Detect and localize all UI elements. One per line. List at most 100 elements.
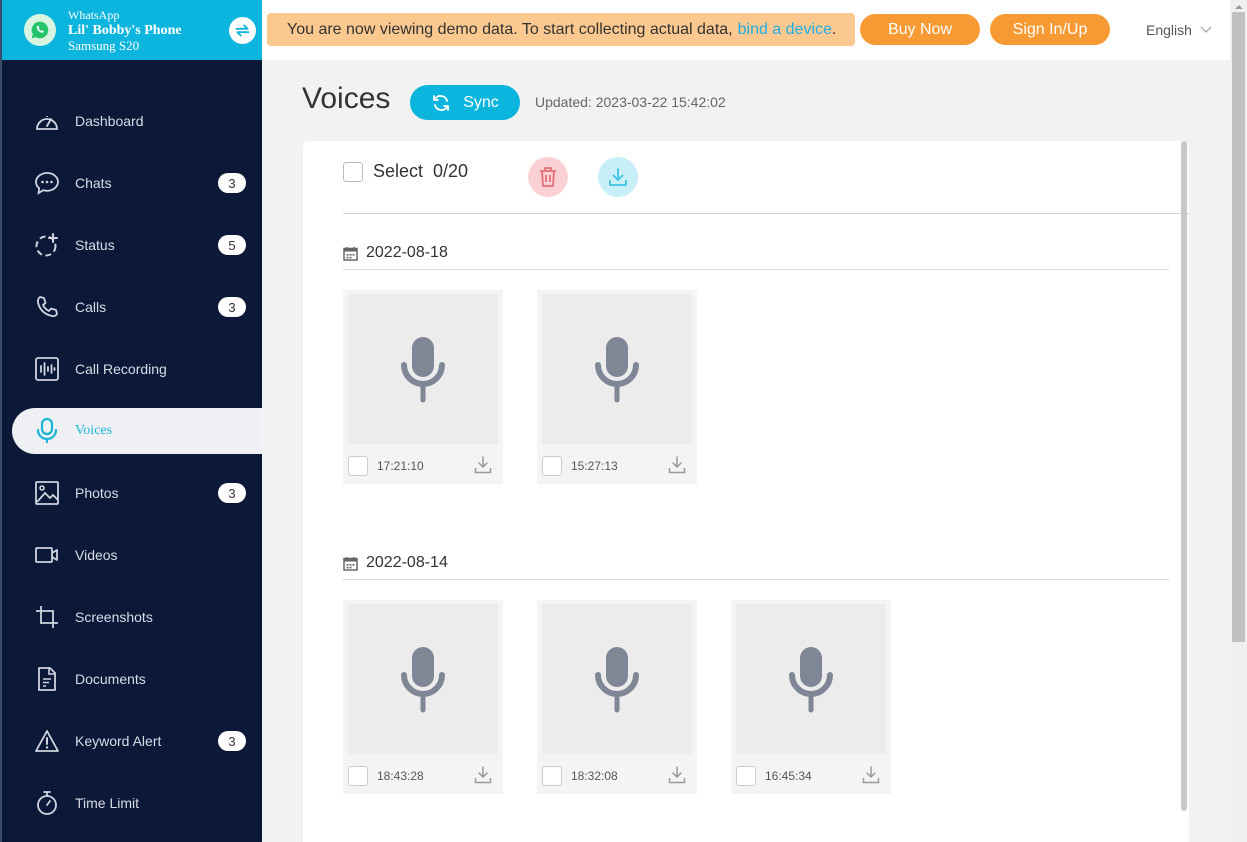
call-recording-icon: [32, 354, 62, 384]
item-download-icon[interactable]: [474, 456, 492, 479]
banner-text: You are now viewing demo data. To start …: [287, 20, 733, 38]
item-download-icon[interactable]: [668, 456, 686, 479]
item-time: 18:32:08: [571, 769, 618, 783]
language-select[interactable]: English: [1146, 22, 1212, 38]
microphone-icon: [401, 647, 445, 713]
voice-thumbnail[interactable]: [348, 604, 498, 754]
panel-scrollbar[interactable]: [1181, 141, 1187, 811]
microphone-icon: [401, 337, 445, 403]
count-badge: 5: [218, 235, 246, 255]
item-checkbox[interactable]: [348, 456, 368, 476]
item-checkbox[interactable]: [542, 456, 562, 476]
voice-thumbnail[interactable]: [542, 294, 692, 444]
scroll-up-arrow[interactable]: [1230, 0, 1247, 12]
voice-thumbnail[interactable]: [736, 604, 886, 754]
sidebar-item-label: Chats: [75, 175, 112, 191]
group-date: 2022-08-14: [366, 554, 448, 571]
sidebar-item-label: Status: [75, 237, 115, 253]
group-divider: [343, 269, 1169, 270]
sidebar-item-label: Photos: [75, 485, 119, 501]
count-badge: 3: [218, 173, 246, 193]
item-time: 15:27:13: [571, 459, 618, 473]
voice-item: 15:27:13: [537, 290, 697, 484]
sidebar-item-screenshots[interactable]: Screenshots: [2, 586, 262, 648]
chevron-down-icon: [1200, 26, 1212, 33]
sidebar-item-time-limit[interactable]: Time Limit: [2, 772, 262, 834]
top-bar: You are now viewing demo data. To start …: [262, 0, 1230, 60]
sidebar-item-photos[interactable]: Photos 3: [2, 462, 262, 524]
voice-thumbnail[interactable]: [542, 604, 692, 754]
item-download-icon[interactable]: [474, 766, 492, 789]
sign-in-button[interactable]: Sign In/Up: [990, 14, 1110, 45]
item-checkbox[interactable]: [542, 766, 562, 786]
item-time: 17:21:10: [377, 459, 424, 473]
switch-device-button[interactable]: [229, 17, 256, 44]
sidebar-item-keyword-alert[interactable]: Keyword Alert 3: [2, 710, 262, 772]
delete-button[interactable]: [528, 157, 568, 197]
calendar-icon: [343, 556, 358, 571]
device-name: Lil' Bobby's Phone: [68, 22, 182, 38]
device-model: Samsung S20: [68, 37, 140, 53]
sync-icon: [433, 94, 450, 111]
video-icon: [32, 540, 62, 570]
group-date: 2022-08-18: [366, 244, 448, 261]
status-icon: [32, 230, 62, 260]
select-all-checkbox[interactable]: [343, 161, 363, 182]
voice-thumbnail[interactable]: [348, 294, 498, 444]
sidebar-item-label: Keyword Alert: [75, 733, 162, 749]
count-badge: 3: [218, 483, 246, 503]
scrollbar-thumb[interactable]: [1232, 12, 1245, 642]
voice-item: 18:43:28: [343, 600, 503, 794]
calendar-icon: [343, 246, 358, 261]
sidebar-item-call-recording[interactable]: Call Recording: [2, 338, 262, 400]
item-checkbox[interactable]: [348, 766, 368, 786]
count-badge: 3: [218, 297, 246, 317]
device-header: WhatsApp Lil' Bobby's Phone Samsung S20: [2, 0, 262, 60]
sidebar-item-label: Screenshots: [75, 609, 153, 625]
sidebar-item-dashboard[interactable]: Dashboard: [2, 90, 262, 152]
sidebar-item-label: Time Limit: [75, 795, 140, 811]
item-checkbox[interactable]: [736, 766, 756, 786]
sync-button[interactable]: Sync: [410, 85, 520, 120]
sidebar-item-label: Documents: [75, 671, 146, 687]
device-app: WhatsApp: [68, 7, 120, 22]
microphone-icon: [32, 416, 62, 446]
sidebar-item-label: Voices: [75, 423, 113, 438]
sidebar-item-label: Call Recording: [75, 361, 167, 377]
sidebar-item-status[interactable]: Status 5: [2, 214, 262, 276]
download-selected-button[interactable]: [598, 157, 638, 197]
photo-icon: [32, 478, 62, 508]
microphone-icon: [595, 647, 639, 713]
item-download-icon[interactable]: [862, 766, 880, 789]
select-label: Select: [373, 161, 424, 181]
sidebar-item-chats[interactable]: Chats 3: [2, 152, 262, 214]
date-group: 2022-08-14 18:43:28 18:32:08 16:45:34: [343, 551, 1169, 794]
microphone-icon: [789, 647, 833, 713]
sidebar-item-documents[interactable]: Documents: [2, 648, 262, 710]
voice-item: 17:21:10: [343, 290, 503, 484]
date-group: 2022-08-18 17:21:10 15:27:13: [343, 241, 1169, 484]
page-title: Voices: [302, 82, 391, 115]
sidebar: WhatsApp Lil' Bobby's Phone Samsung S20 …: [0, 0, 262, 842]
sidebar-item-label: Videos: [75, 547, 118, 563]
sidebar-item-voices[interactable]: Voices: [12, 408, 262, 454]
sidebar-item-calls[interactable]: Calls 3: [2, 276, 262, 338]
selection-toolbar: Select 0/20: [343, 161, 468, 182]
sidebar-item-label: Dashboard: [75, 113, 144, 129]
language-label: English: [1146, 22, 1192, 38]
crop-icon: [32, 602, 62, 632]
warning-icon: [32, 726, 62, 756]
sidebar-item-label: Calls: [75, 299, 107, 315]
download-icon: [609, 168, 627, 186]
item-download-icon[interactable]: [668, 766, 686, 789]
voice-item: 16:45:34: [731, 600, 891, 794]
page-scrollbar[interactable]: [1230, 0, 1247, 842]
switch-icon: [235, 24, 250, 37]
item-time: 16:45:34: [765, 769, 812, 783]
sync-label: Sync: [463, 93, 499, 111]
sidebar-item-videos[interactable]: Videos: [2, 524, 262, 586]
buy-now-button[interactable]: Buy Now: [860, 14, 980, 45]
document-icon: [32, 664, 62, 694]
bind-device-link[interactable]: bind a device: [738, 21, 832, 39]
toolbar-divider: [343, 213, 1189, 214]
